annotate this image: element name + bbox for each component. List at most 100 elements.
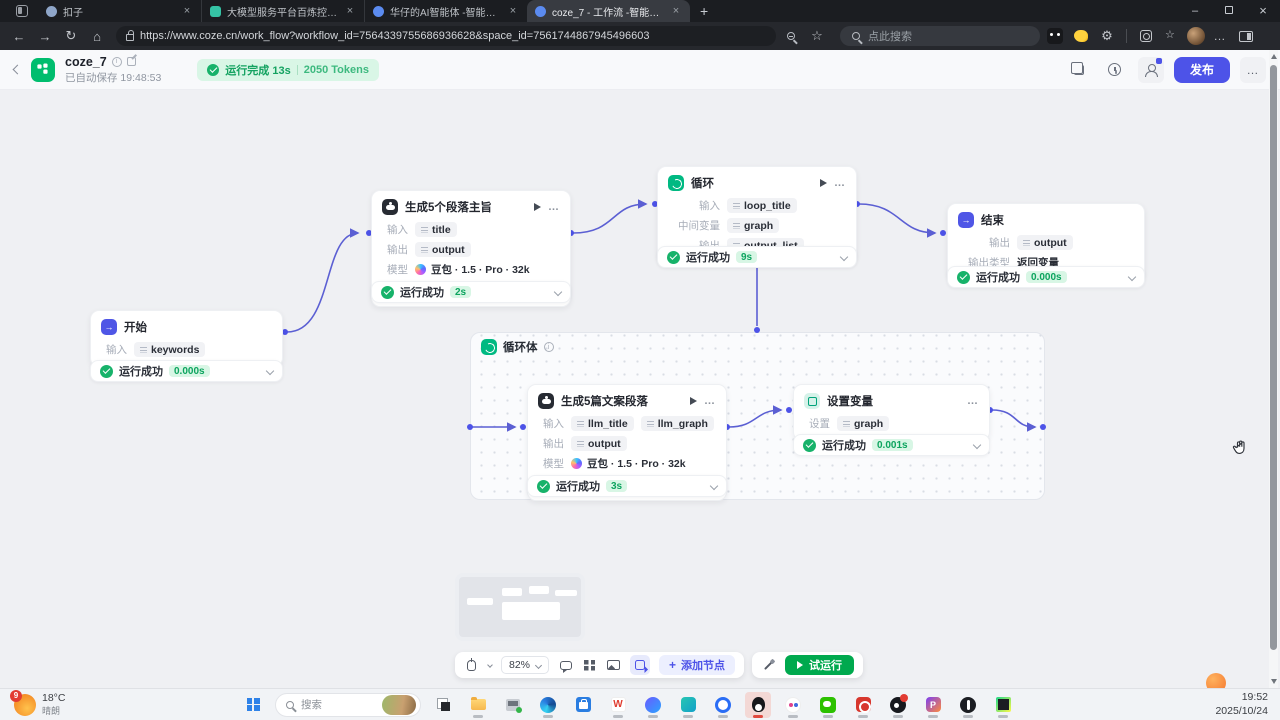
profile-avatar[interactable]	[1187, 27, 1205, 45]
node-more-icon[interactable]	[704, 395, 716, 407]
add-node-button[interactable]: 添加节点	[659, 655, 735, 675]
wechat-button[interactable]	[815, 692, 841, 718]
status-bar-loop[interactable]: 运行成功 9s	[657, 246, 857, 268]
zoom-out-icon[interactable]	[780, 32, 802, 40]
play-icon[interactable]	[690, 397, 697, 405]
new-tab-button[interactable]	[700, 3, 708, 19]
chevron-down-icon[interactable]	[487, 662, 493, 668]
test-run-button[interactable]: 试运行	[785, 655, 854, 675]
play-icon[interactable]	[534, 203, 541, 211]
history-icon[interactable]	[1102, 57, 1128, 83]
bookmark-star-icon[interactable]	[806, 28, 828, 44]
browser-tab-4-active[interactable]: coze_7 - 工作流 -智能体平台	[527, 0, 690, 22]
window-restore-button[interactable]	[1212, 0, 1246, 22]
device-app-button[interactable]	[500, 692, 526, 718]
weather-widget[interactable]: 9 18°C 晴朗	[0, 692, 240, 717]
pycharm-button[interactable]	[990, 692, 1016, 718]
extensions-icon[interactable]	[1135, 30, 1157, 42]
tab-close-icon[interactable]	[670, 5, 682, 17]
info-icon[interactable]	[112, 57, 122, 67]
browser-logo-icon[interactable]	[16, 5, 28, 17]
back-chevron-icon[interactable]	[13, 65, 23, 75]
page-scrollbar[interactable]	[1269, 50, 1278, 688]
url-bar[interactable]: https://www.coze.cn/work_flow?workflow_i…	[116, 26, 776, 46]
image-icon[interactable]	[606, 658, 621, 673]
workflow-canvas[interactable]: 循环体 开始 输入 keywords 运行成功 0.000s 生成5个段落主旨 …	[0, 90, 1280, 688]
play-icon[interactable]	[820, 179, 827, 187]
reload-button[interactable]: ↻	[60, 28, 82, 44]
pan-hand-icon[interactable]	[464, 658, 479, 673]
extension-panda-icon[interactable]	[1044, 28, 1066, 44]
microsoft-store-button[interactable]	[570, 692, 596, 718]
qq-button-active[interactable]	[745, 692, 771, 718]
run-complete-badge[interactable]: 运行完成 13s 2050 Tokens	[197, 59, 379, 81]
p-app-button[interactable]	[920, 692, 946, 718]
extension-pet-icon[interactable]	[1070, 30, 1092, 42]
node-more-icon[interactable]	[967, 395, 979, 407]
zoom-level-dropdown[interactable]: 82%	[501, 656, 549, 674]
status-text: 运行成功	[822, 437, 866, 453]
node-title: 结束	[981, 212, 1004, 228]
layout-grid-icon[interactable]	[582, 658, 597, 673]
node-start[interactable]: 开始 输入 keywords	[90, 310, 283, 367]
file-explorer-button[interactable]	[465, 692, 491, 718]
gear-icon[interactable]: ⚙	[1096, 28, 1118, 44]
wps-button[interactable]	[605, 692, 631, 718]
comment-icon[interactable]	[558, 658, 573, 673]
browser-search-box[interactable]: 点此搜索	[840, 26, 1040, 46]
tab-close-icon[interactable]	[344, 5, 356, 17]
status-bar-llm-outline[interactable]: 运行成功 2s	[371, 281, 571, 303]
browser-menu-icon[interactable]	[1209, 29, 1231, 43]
chevron-down-icon[interactable]	[710, 482, 718, 490]
tab-close-icon[interactable]	[181, 5, 193, 17]
status-bar-llm-paragraphs[interactable]: 运行成功 3s	[527, 475, 727, 497]
obs-button[interactable]	[885, 692, 911, 718]
info-icon[interactable]	[544, 342, 554, 352]
chevron-down-icon[interactable]	[840, 253, 848, 261]
node-more-icon[interactable]	[834, 177, 846, 189]
home-button[interactable]: ⌂	[86, 29, 108, 44]
browser-tab-1[interactable]: 扣子	[38, 0, 201, 22]
window-close-button[interactable]	[1246, 0, 1280, 22]
status-bar-start[interactable]: 运行成功 0.000s	[90, 360, 283, 382]
select-frame-icon[interactable]	[630, 655, 650, 675]
scrollbar-thumb[interactable]	[1270, 65, 1277, 650]
header-more-icon[interactable]	[1240, 57, 1266, 83]
quark-button[interactable]	[640, 692, 666, 718]
task-view-button[interactable]	[430, 692, 456, 718]
chevron-down-icon[interactable]	[266, 367, 274, 375]
back-button[interactable]: ←	[8, 29, 30, 44]
tim-app-button[interactable]	[780, 692, 806, 718]
dark-circle-app-button[interactable]	[955, 692, 981, 718]
sidebar-panel-icon[interactable]	[1235, 31, 1257, 42]
edit-icon[interactable]	[127, 57, 136, 66]
taskbar-clock[interactable]: 19:52 2025/10/24	[1215, 691, 1280, 718]
publish-button[interactable]: 发布	[1174, 57, 1230, 83]
status-bar-end[interactable]: 运行成功 0.000s	[947, 266, 1145, 288]
start-button[interactable]	[240, 692, 266, 718]
window-minimize-button[interactable]	[1178, 0, 1212, 22]
scroll-down-arrow[interactable]	[1271, 679, 1277, 684]
chevron-down-icon[interactable]	[1128, 273, 1136, 281]
canvas-minimap[interactable]	[455, 573, 585, 641]
blue-ring-app-button[interactable]	[710, 692, 736, 718]
status-bar-set-variable[interactable]: 运行成功 0.001s	[793, 434, 990, 456]
assistant-floating-button[interactable]	[1206, 673, 1226, 688]
browser-tab-2[interactable]: 大模型服务平台百炼控制台	[201, 0, 364, 22]
chevron-down-icon[interactable]	[554, 288, 562, 296]
node-more-icon[interactable]	[548, 201, 560, 213]
node-set-variable[interactable]: 设置变量 设置 graph	[793, 384, 990, 441]
edge-browser-button[interactable]	[535, 692, 561, 718]
forward-button[interactable]: →	[34, 29, 56, 44]
favorites-list-icon[interactable]	[1161, 30, 1183, 42]
red-ring-app-button[interactable]	[850, 692, 876, 718]
duplicate-icon[interactable]	[1066, 57, 1092, 83]
browser-tab-3[interactable]: 华仔的AI智能体 -智能体 - 扣子	[364, 0, 527, 22]
tab-close-icon[interactable]	[507, 5, 519, 17]
chevron-down-icon[interactable]	[973, 441, 981, 449]
wand-icon[interactable]	[761, 658, 776, 673]
teal-app-button[interactable]	[675, 692, 701, 718]
collaboration-icon[interactable]	[1138, 57, 1164, 83]
scroll-up-arrow[interactable]	[1271, 54, 1277, 59]
taskbar-search-box[interactable]: 搜索	[275, 693, 421, 717]
